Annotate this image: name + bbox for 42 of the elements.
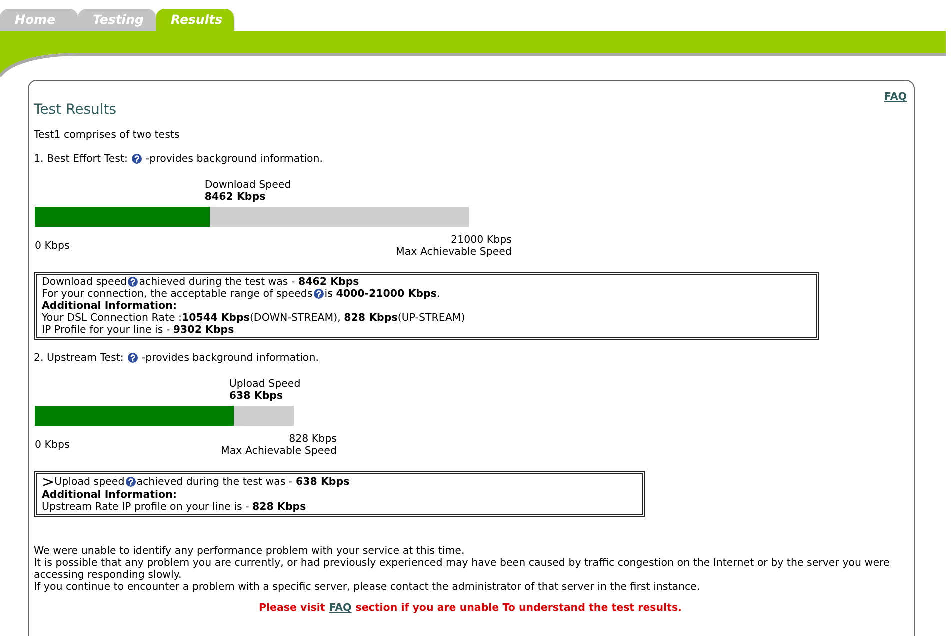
nav-tab[interactable]: Home	[0, 9, 78, 31]
help-icon[interactable]	[132, 154, 142, 164]
nav-tab[interactable]: Results	[156, 9, 234, 31]
summary-text: It is possible that any problem you are currently, or had previously experienced may have been caused by traffic congestion on the Internet or by the server you were accessing responding slowly.	[34, 557, 891, 581]
faq-link[interactable]: FAQ	[329, 602, 352, 614]
pointer-glyph: >	[42, 475, 55, 489]
intro-text: Test1 comprises of two tests	[34, 129, 181, 141]
help-icon[interactable]	[128, 353, 138, 363]
test-title: 1. Best Effort Test:	[34, 153, 128, 165]
detail-text: For your connection, the acceptable range of speeds	[42, 288, 313, 300]
meter-label: Upload Speed	[229, 378, 301, 390]
meter-value: 638 Kbps	[229, 390, 284, 402]
detail-text: Your DSL Connection Rate :10544 Kbps(DOWN-STREAM), 828 Kbps(UP-STREAM)	[42, 312, 466, 324]
test-note: -provides background information.	[142, 352, 319, 364]
detail-text: Download speed	[42, 276, 128, 288]
max-speed-caption: Max Achievable Speed	[221, 445, 337, 457]
info-heading: Additional Information:	[42, 489, 177, 501]
meter-value: 8462 Kbps	[204, 191, 266, 203]
faq-link[interactable]: FAQ	[884, 91, 907, 103]
scale-min-label: 0 Kbps	[35, 439, 70, 451]
page-heading: Test Results	[34, 102, 117, 119]
max-speed-caption: Max Achievable Speed	[396, 246, 512, 258]
help-icon[interactable]	[128, 277, 138, 287]
detail-text: achieved during the test was - 8462 Kbps	[139, 276, 360, 288]
test-note: -provides background information.	[146, 153, 324, 165]
info-heading: Additional Information:	[42, 300, 177, 312]
nav-tab[interactable]: Testing	[78, 9, 156, 31]
detail-text: Upload speed	[54, 476, 125, 488]
help-icon[interactable]	[126, 477, 136, 487]
summary-text: We were unable to identify any performance problem with your service at this time.	[34, 545, 466, 557]
scale-max-label: 21000 Kbps	[450, 234, 512, 246]
faq-notice: Please visit FAQ section if you are unable To understand the test results.	[258, 602, 683, 614]
meter-label: Download Speed	[204, 179, 292, 191]
detail-text: Upstream Rate IP profile on your line is - 828 Kbps	[42, 501, 306, 513]
summary-text: If you continue to encounter a problem with a specific server, please contact the administrator of that server in the first instance.	[34, 581, 702, 593]
test-title: 2. Upstream Test:	[34, 352, 124, 364]
help-icon[interactable]	[314, 289, 324, 299]
scale-max-label: 828 Kbps	[288, 433, 337, 445]
scale-min-label: 0 Kbps	[35, 240, 70, 252]
detail-text: achieved during the test was - 638 Kbps	[136, 476, 350, 488]
detail-text: IP Profile for your line is - 9302 Kbps	[42, 324, 234, 336]
detail-text: is 4000-21000 Kbps.	[324, 288, 440, 300]
